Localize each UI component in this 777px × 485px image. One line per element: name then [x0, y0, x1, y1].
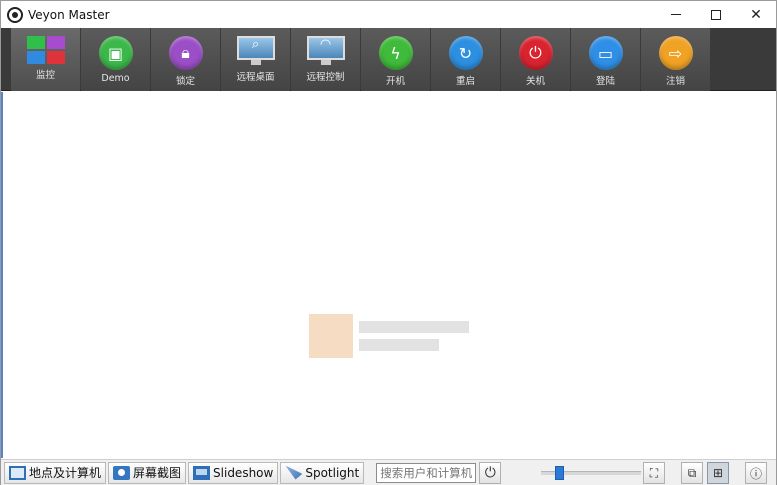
tool-label: 远程控制: [306, 72, 345, 83]
spotlight-label: Spotlight: [305, 465, 360, 480]
remote-view-button[interactable]: ⌕ 远程桌面: [221, 28, 290, 91]
remote-control-icon: ◠: [306, 36, 345, 66]
maximize-button[interactable]: [696, 1, 736, 28]
power-filter-button[interactable]: ⏻: [479, 461, 502, 484]
align-computers-button[interactable]: ⧉: [681, 462, 703, 484]
slideshow-label: Slideshow: [213, 465, 274, 480]
reboot-button[interactable]: ↻ 重启: [431, 28, 500, 91]
logout-icon: ⇨: [658, 36, 693, 70]
close-icon: ✕: [750, 6, 762, 23]
tool-label: 登陆: [595, 76, 615, 87]
blurred-watermark: [309, 310, 481, 362]
minimize-button[interactable]: [656, 1, 696, 28]
locations-button[interactable]: 地点及计算机: [4, 461, 107, 484]
info-icon: ⓘ: [749, 466, 762, 481]
title-bar: Veyon Master ✕: [1, 1, 776, 28]
main-toolbar: 监控 ▣ Demo 🔒︎ 锁定 ⌕ 远程桌面 ◠ 远程控制 ϟ 开机 ↻ 重启 …: [1, 28, 776, 91]
fit-icon: ⛶: [649, 465, 659, 480]
maximize-icon: [711, 9, 721, 20]
login-icon: ▭: [588, 36, 623, 70]
grid-icon: ⊞: [712, 466, 724, 480]
minimize-icon: [671, 14, 681, 15]
zoom-slider-thumb[interactable]: [555, 466, 564, 480]
tool-label: 注销: [665, 76, 685, 87]
slideshow-button[interactable]: Slideshow: [188, 461, 279, 484]
tool-label: 锁定: [175, 76, 195, 87]
tool-label: 关机: [525, 76, 545, 87]
screenshots-label: 屏幕截图: [133, 466, 182, 480]
shutdown-icon: ⏻: [518, 36, 553, 70]
grid-view-button[interactable]: ⊞: [707, 462, 729, 484]
power-on-icon: ϟ: [378, 36, 413, 70]
app-window: Veyon Master ✕ 监控 ▣ Demo 🔒︎ 锁定 ⌕ 远程桌面 ◠ …: [0, 0, 777, 485]
about-button[interactable]: ⓘ: [745, 462, 767, 484]
spotlight-icon: [285, 465, 303, 480]
slideshow-icon: [193, 465, 211, 480]
tool-label: 开机: [385, 76, 405, 87]
computer-icon: [9, 465, 26, 480]
shutdown-button[interactable]: ⏻ 关机: [501, 28, 570, 91]
reboot-icon: ↻: [448, 36, 483, 70]
remote-view-icon: ⌕: [236, 36, 275, 66]
computer-view-area: [1, 92, 776, 458]
zoom-slider[interactable]: [541, 466, 641, 480]
remote-control-button[interactable]: ◠ 远程控制: [291, 28, 360, 91]
veyon-logo-icon: [7, 6, 23, 23]
window-title: Veyon Master: [28, 7, 110, 22]
locations-label: 地点及计算机: [29, 466, 102, 480]
power-icon: ⏻: [484, 464, 496, 481]
power-on-button[interactable]: ϟ 开机: [361, 28, 430, 91]
auto-fit-button[interactable]: ⛶: [643, 462, 665, 484]
close-button[interactable]: ✕: [736, 1, 776, 28]
watermark-icon: [309, 314, 353, 358]
tool-label: Demo: [101, 73, 130, 84]
status-bar: 地点及计算机 屏幕截图 Slideshow Spotlight ⏻ ⛶ ⧉ ⊞ …: [1, 459, 776, 485]
window-controls: ✕: [656, 1, 776, 28]
search-input[interactable]: [376, 462, 477, 483]
spotlight-button[interactable]: Spotlight: [280, 461, 365, 484]
tool-label: 远程桌面: [236, 72, 275, 83]
lock-button[interactable]: 🔒︎ 锁定: [151, 28, 220, 91]
camera-icon: [113, 465, 131, 480]
tool-label: 监控: [35, 70, 55, 81]
lock-icon: 🔒︎: [168, 36, 203, 70]
monitor-button[interactable]: 监控: [11, 28, 80, 91]
login-button[interactable]: ▭ 登陆: [571, 28, 640, 91]
tool-label: 重启: [455, 76, 475, 87]
logout-button[interactable]: ⇨ 注销: [641, 28, 710, 91]
demo-button[interactable]: ▣ Demo: [81, 28, 150, 91]
screenshots-button[interactable]: 屏幕截图: [108, 461, 187, 484]
demo-icon: ▣: [98, 36, 133, 70]
align-icon: ⧉: [687, 465, 697, 480]
monitor-grid-icon: [26, 36, 65, 64]
